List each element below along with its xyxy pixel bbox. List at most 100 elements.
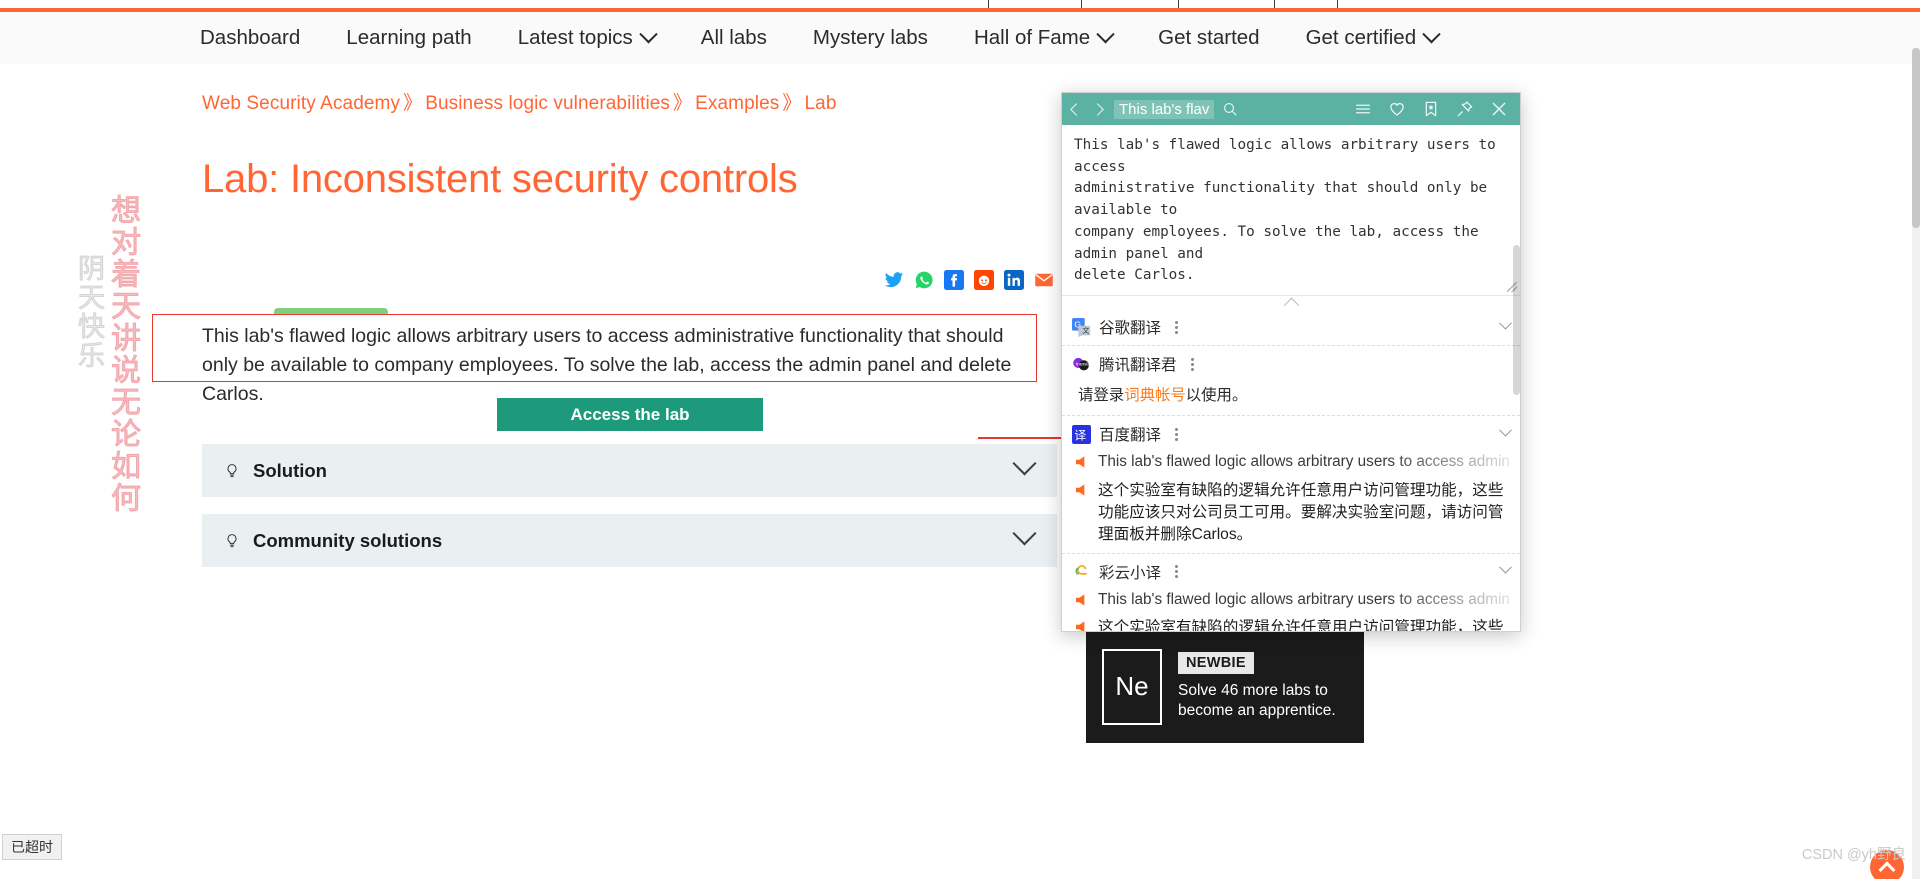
- breadcrumb-item-examples[interactable]: Examples: [695, 93, 779, 114]
- back-icon[interactable]: [1070, 102, 1083, 116]
- popup-source-text[interactable]: This lab's flawed logic allows arbitrary…: [1074, 135, 1506, 287]
- notice-suffix: 以使用。: [1185, 387, 1248, 405]
- breadcrumb-separator: 》: [673, 93, 693, 114]
- accordion-community-solutions[interactable]: Community solutions: [202, 514, 1057, 567]
- email-icon[interactable]: [1034, 270, 1054, 290]
- facebook-icon[interactable]: [944, 270, 964, 290]
- engine-header[interactable]: translate 腾讯翻译君: [1072, 353, 1510, 375]
- chevron-collapse-icon[interactable]: [1499, 423, 1512, 437]
- breadcrumb-separator: 》: [782, 93, 802, 114]
- google-translate-logo-icon: G 文: [1072, 317, 1091, 337]
- search-icon[interactable]: [1222, 101, 1238, 117]
- popup-collapse-row: [1062, 296, 1520, 314]
- nav-label: Get started: [1158, 26, 1260, 49]
- nav-label: Latest topics: [517, 26, 633, 49]
- speaker-icon[interactable]: [1076, 456, 1089, 468]
- popup-source-box: This lab's flawed logic allows arbitrary…: [1062, 125, 1520, 297]
- popup-header: This lab's flav: [1062, 93, 1520, 125]
- progress-card: Ne NEWBIE Solve 46 more labs to become a…: [1086, 630, 1364, 743]
- twitter-icon[interactable]: [884, 270, 904, 290]
- engine-header[interactable]: G 文 谷歌翻译: [1072, 316, 1512, 338]
- engine-caiyun: 彩云小译 This lab's flawed logic allows arbi…: [1062, 552, 1520, 631]
- nav-label: All labs: [700, 26, 767, 49]
- translation-text-zh: 这个实验室有缺陷的逻辑允许任意用户访问管理功能，这些功能应该只对公司员工开放。要…: [1098, 619, 1504, 631]
- rank-tile: Ne: [1102, 648, 1162, 725]
- more-options-icon[interactable]: [1190, 356, 1194, 372]
- accordion-solution[interactable]: Solution: [202, 444, 1057, 497]
- breadcrumb-item-business-logic[interactable]: Business logic vulnerabilities: [425, 93, 670, 114]
- close-icon[interactable]: [1490, 100, 1508, 118]
- chevron-collapse-icon[interactable]: [1499, 316, 1512, 330]
- reddit-icon[interactable]: [974, 270, 994, 290]
- popup-header-actions: [1354, 100, 1512, 118]
- nav-item-mystery-labs[interactable]: Mystery labs: [813, 26, 928, 50]
- popup-query-text[interactable]: This lab's flav: [1114, 99, 1215, 119]
- nav-item-get-started[interactable]: Get started: [1158, 26, 1259, 50]
- chevron-down-icon[interactable]: [1012, 521, 1037, 546]
- notice-prefix: 请登录: [1078, 387, 1125, 405]
- forward-icon[interactable]: [1091, 102, 1104, 116]
- tab-divider: [1081, 0, 1082, 8]
- page-title: Lab: Inconsistent security controls: [202, 157, 798, 201]
- browser-tab-strip[interactable]: [0, 0, 1920, 8]
- popup-scrollbar[interactable]: [1513, 125, 1520, 631]
- popup-nav-controls: [1070, 102, 1104, 116]
- pin-icon[interactable]: [1456, 100, 1474, 118]
- page-content: 想对着天讲说无论如何 阴天快乐 Web Security Academy 》 Bus…: [0, 64, 1920, 879]
- engine-header[interactable]: 译 百度翻译: [1072, 423, 1512, 445]
- breadcrumb-item-web-security-academy[interactable]: Web Security Academy: [202, 93, 400, 114]
- translation-text-en: This lab's flawed logic allows arbitrary…: [1098, 453, 1510, 471]
- engine-tencent: translate 腾讯翻译君 请登录词典帐号以使用。: [1062, 345, 1520, 415]
- nav-item-get-certified[interactable]: Get certified: [1305, 24, 1441, 50]
- page-scrollbar[interactable]: [1912, 48, 1920, 879]
- nav-item-learning-path[interactable]: Learning path: [346, 26, 471, 50]
- tab-divider: [1178, 0, 1179, 8]
- image-credit-watermark: CSDN @yh野良: [1801, 847, 1906, 863]
- speaker-icon[interactable]: [1076, 483, 1089, 496]
- translation-line-target: 这个实验室有缺陷的逻辑允许任意用户访问管理功能，这些功能应该只对公司员工可用。要…: [1072, 480, 1510, 546]
- chevron-down-icon: [1096, 24, 1115, 43]
- dictionary-account-link[interactable]: 词典帐号: [1124, 387, 1186, 404]
- nav-item-hall-of-fame[interactable]: Hall of Fame: [974, 24, 1115, 50]
- heart-icon[interactable]: [1388, 100, 1406, 118]
- status-toast: 已超时: [2, 834, 62, 860]
- tab-divider: [1337, 0, 1338, 8]
- translation-popup: This lab's flav This lab's flawed logic …: [1061, 92, 1521, 632]
- speaker-icon[interactable]: [1076, 621, 1089, 631]
- more-options-icon[interactable]: [1175, 319, 1179, 335]
- social-share-bar: [884, 270, 1054, 290]
- lightbulb-icon: [227, 533, 237, 547]
- chevron-collapse-icon[interactable]: [1499, 561, 1512, 575]
- bookmark-star-icon[interactable]: [1422, 100, 1440, 118]
- lab-description: This lab's flawed logic allows arbitrary…: [202, 325, 1012, 405]
- menu-icon[interactable]: [1354, 100, 1372, 118]
- whatsapp-icon[interactable]: [914, 270, 934, 290]
- svg-text:译: 译: [1074, 428, 1086, 442]
- breadcrumb-item-lab[interactable]: Lab: [804, 93, 836, 114]
- speaker-icon[interactable]: [1076, 594, 1089, 606]
- engine-header[interactable]: 彩云小译: [1072, 561, 1512, 583]
- scrollbar-thumb[interactable]: [1912, 48, 1920, 228]
- nav-item-all-labs[interactable]: All labs: [701, 26, 767, 50]
- nav-label: Get certified: [1305, 26, 1417, 49]
- translation-text-en: This lab's flawed logic allows arbitrary…: [1098, 590, 1510, 608]
- translation-text-zh: 这个实验室有缺陷的逻辑允许任意用户访问管理功能，这些功能应该只对公司员工可用。要…: [1098, 481, 1504, 543]
- accordion-label: Community solutions: [253, 529, 443, 551]
- engine-login-notice: 请登录词典帐号以使用。: [1072, 375, 1510, 408]
- chevron-down-icon: [639, 24, 658, 43]
- scrollbar-thumb[interactable]: [1513, 245, 1520, 395]
- translation-line-target: 这个实验室有缺陷的逻辑允许任意用户访问管理功能，这些功能应该只对公司员工开放。要…: [1072, 617, 1510, 631]
- engine-baidu: 译 百度翻译 This lab's flawed logic allows ar…: [1062, 415, 1520, 553]
- rank-badge: NEWBIE: [1178, 652, 1254, 675]
- accordion-label: Solution: [253, 459, 327, 481]
- more-options-icon[interactable]: [1175, 564, 1179, 580]
- more-options-icon[interactable]: [1175, 426, 1179, 442]
- page-watermark: 想对着天讲说无论如何: [30, 194, 140, 614]
- access-the-lab-button[interactable]: Access the lab: [497, 398, 763, 431]
- nav-item-latest-topics[interactable]: Latest topics: [517, 24, 658, 50]
- nav-item-dashboard[interactable]: Dashboard: [200, 26, 300, 50]
- engine-name: 腾讯翻译君: [1099, 357, 1177, 375]
- breadcrumb-separator: 》: [403, 93, 423, 114]
- linkedin-icon[interactable]: [1004, 270, 1024, 290]
- translation-line-source: This lab's flawed logic allows arbitrary…: [1072, 590, 1510, 610]
